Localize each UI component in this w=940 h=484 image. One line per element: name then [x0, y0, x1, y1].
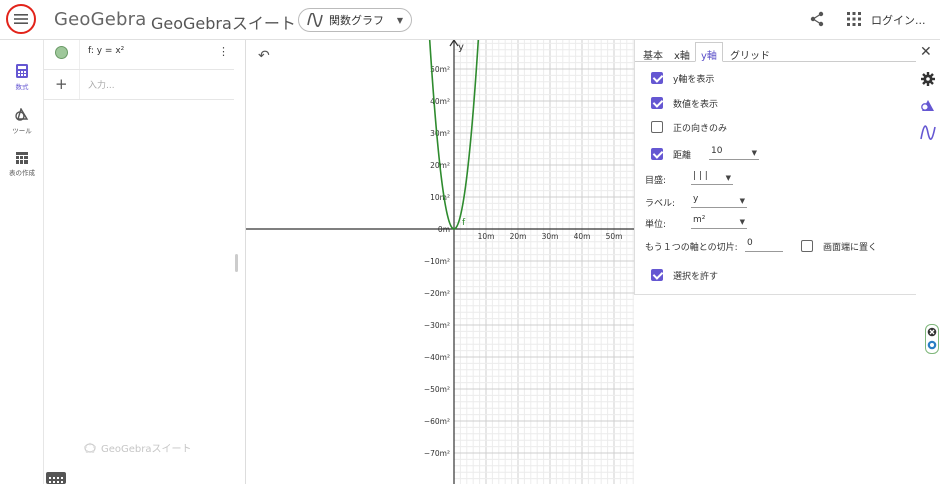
- visibility-toggle[interactable]: [55, 46, 68, 59]
- graphics-style-icon[interactable]: [920, 98, 936, 114]
- y-tick-label: −40m²: [424, 353, 450, 362]
- stick-edge-checkbox[interactable]: [801, 240, 813, 252]
- ticks-value: | | |: [693, 171, 708, 181]
- positive-only-checkbox[interactable]: [651, 121, 663, 133]
- allow-selection-checkbox[interactable]: [651, 269, 663, 281]
- chevron-down-icon: ▼: [725, 174, 731, 182]
- top-bar: GeoGebra GeoGebraスイート 関数グラフ ▼ ログイン...: [0, 0, 940, 40]
- function-graph-icon: [307, 13, 323, 27]
- tab-x-axis[interactable]: x軸: [668, 42, 696, 62]
- y-tick-label: 50m²: [430, 65, 450, 74]
- x-tick-label: 20m: [510, 232, 527, 241]
- close-icon[interactable]: ✕: [920, 44, 932, 60]
- menu-button[interactable]: [6, 4, 36, 34]
- x-tick-label: 50m: [606, 232, 623, 241]
- rail-label: 表の作成: [9, 169, 35, 177]
- distance-value: 10: [711, 146, 723, 156]
- y-tick-label: −30m²: [424, 321, 450, 330]
- y-tick-label: −70m²: [424, 449, 450, 458]
- ticks-label: 目盛:: [645, 176, 667, 186]
- undo-icon[interactable]: ↶: [258, 48, 270, 64]
- formula-text[interactable]: f: y = x²: [88, 46, 124, 56]
- login-button[interactable]: ログイン...: [871, 12, 926, 28]
- panel-resize-handle[interactable]: [235, 254, 238, 272]
- left-rail: 数式 ツール 表の作成: [0, 40, 44, 484]
- show-axis-label: y軸を表示: [673, 75, 715, 85]
- distance-checkbox[interactable]: [651, 148, 663, 160]
- keyboard-icon[interactable]: [46, 472, 66, 484]
- rail-label: ツール: [12, 127, 32, 135]
- hamburger-icon: [14, 14, 28, 24]
- axis-label-dropdown[interactable]: y ▼: [691, 194, 747, 208]
- chevron-down-icon: ▼: [739, 197, 745, 205]
- algebra-input-row[interactable]: + 入力...: [44, 70, 234, 100]
- tools-icon: [15, 108, 29, 121]
- geogebra-flower-icon: [84, 442, 96, 453]
- x-tick-label: 30m: [542, 232, 559, 241]
- ticks-dropdown[interactable]: | | | ▼: [691, 171, 733, 185]
- chevron-down-icon: ▼: [739, 218, 745, 226]
- graph-canvas[interactable]: y10m 20m 30m 40m 50m50m²40m²30m²20m²10m²0m−1…: [246, 40, 634, 484]
- table-icon: [16, 152, 28, 164]
- y-axis-name: y: [458, 42, 464, 53]
- tab-y-axis[interactable]: y軸: [695, 42, 723, 62]
- footer-brand-text: GeoGebraスイート: [101, 444, 192, 455]
- plus-icon[interactable]: +: [55, 75, 68, 93]
- algebra-row-f[interactable]: f: y = x² ⋮: [44, 40, 234, 70]
- geogebra-app: GeoGebra GeoGebraスイート 関数グラフ ▼ ログイン... 数式…: [0, 0, 940, 484]
- function-curve-icon[interactable]: [920, 125, 936, 141]
- calculator-icon: [16, 64, 28, 78]
- rail-item-algebra[interactable]: 数式: [0, 64, 44, 91]
- unit-dropdown[interactable]: m² ▼: [691, 215, 747, 229]
- unit-value: m²: [693, 215, 706, 225]
- close-circle-icon: [927, 327, 937, 350]
- rail-item-table[interactable]: 表の作成: [0, 152, 44, 177]
- axis-label-value: y: [693, 194, 699, 204]
- apps-grid-icon[interactable]: [847, 12, 861, 26]
- allow-selection-label: 選択を許す: [673, 272, 719, 282]
- footer-brand: GeoGebraスイート: [84, 440, 192, 455]
- properties-panel: 基本 x軸 y軸 グリッド y軸を表示 数値を表示 正の向きのみ 距離 10 ▼…: [634, 40, 917, 295]
- chevron-down-icon: ▼: [396, 15, 403, 25]
- chevron-down-icon: ▼: [751, 149, 757, 157]
- suite-title: GeoGebraスイート: [151, 14, 296, 33]
- rail-item-tools[interactable]: ツール: [0, 108, 44, 135]
- algebra-view: f: y = x² ⋮ + 入力... GeoGebraスイート: [44, 40, 246, 484]
- app-selector[interactable]: 関数グラフ ▼: [298, 8, 412, 32]
- show-axis-checkbox[interactable]: [651, 72, 663, 84]
- graphics-view[interactable]: y 10m 20m 30m 40m 50m 50m² 40m² 30m² 20m² 10m² 0m −1…: [246, 40, 634, 484]
- geogebra-logo[interactable]: GeoGebra: [54, 9, 147, 30]
- y-tick-label: 0m: [438, 225, 450, 234]
- x-tick-label: 10m: [478, 232, 495, 241]
- show-numbers-checkbox[interactable]: [651, 97, 663, 109]
- distance-dropdown[interactable]: 10 ▼: [709, 146, 759, 160]
- y-tick-label: −10m²: [424, 257, 450, 266]
- y-tick-label: 30m²: [430, 129, 450, 138]
- app-selector-label: 関数グラフ: [329, 14, 384, 27]
- stick-edge-label: 画面端に置く: [823, 243, 878, 253]
- y-tick-label: 10m²: [430, 193, 450, 202]
- distance-label: 距離: [673, 151, 692, 161]
- y-tick-label: −50m²: [424, 385, 450, 394]
- more-vert-icon[interactable]: ⋮: [218, 45, 229, 58]
- axis-label-label: ラベル:: [645, 199, 676, 209]
- gear-icon[interactable]: [920, 71, 936, 87]
- unit-label: 単位:: [645, 220, 667, 230]
- tab-basic[interactable]: 基本: [637, 42, 669, 62]
- algebra-input[interactable]: 入力...: [88, 78, 115, 91]
- show-numbers-label: 数値を表示: [673, 100, 719, 110]
- positive-only-label: 正の向きのみ: [673, 124, 728, 134]
- y-tick-label: −60m²: [424, 417, 450, 426]
- y-tick-label: −20m²: [424, 289, 450, 298]
- cross-label: もう１つの軸との切片:: [645, 243, 738, 253]
- properties-tabs: 基本 x軸 y軸 グリッド: [635, 40, 917, 62]
- rail-label: 数式: [15, 83, 29, 91]
- x-tick-label: 40m: [574, 232, 591, 241]
- cross-input[interactable]: 0: [745, 238, 783, 252]
- tab-grid[interactable]: グリッド: [724, 42, 776, 62]
- side-panel-handle[interactable]: [925, 324, 939, 354]
- share-icon[interactable]: [809, 11, 825, 27]
